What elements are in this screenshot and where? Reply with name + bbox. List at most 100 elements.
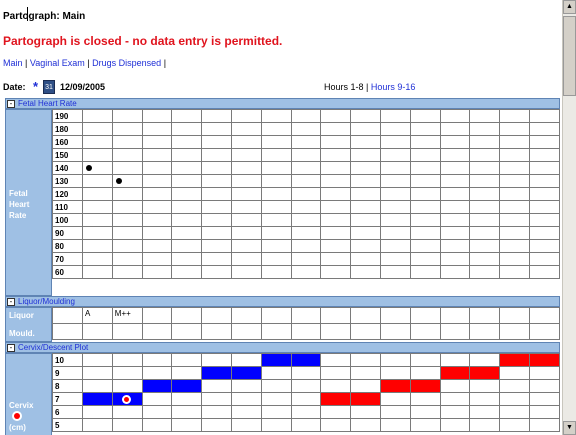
grid-cell [409,353,441,367]
grid-cell [171,148,203,162]
grid-cell [320,148,352,162]
grid-cell [111,252,143,266]
nav-separator: | [25,58,28,68]
grid-cell [350,174,381,188]
grid-cell [290,122,322,136]
grid-cell [201,405,232,419]
grid-cell [230,379,262,393]
grid-cell [201,307,232,324]
grid-row: 10 [52,353,560,367]
grid-cell [260,392,292,406]
grid-cell [230,122,262,136]
grid-cell [141,187,173,201]
grid-cell [379,187,411,201]
grid-cell [111,379,143,393]
grid-cell [499,148,530,162]
grid-cell [439,187,471,201]
grid-cell [82,366,113,380]
nav-vaginal-exam-link[interactable]: Vaginal Exam [30,58,85,68]
required-marker: * [33,79,39,94]
grid-cell [82,213,113,227]
grid-cell [528,226,560,240]
grid-row: 190 [52,109,560,123]
cervix-descent-side: Cervix (cm) [5,353,52,435]
grid-cell [409,226,441,240]
grid-cell [499,187,530,201]
grid-cell [171,353,203,367]
liquor-moulding-panel: Liquor Mould. A M++ [5,307,560,342]
grid-cell [290,213,322,227]
heart-rate-point [115,178,122,184]
grid-cell [171,323,203,340]
liquor-label: Liquor [9,311,34,320]
collapse-toggle[interactable]: - [7,100,15,108]
grid-cell [499,405,530,419]
grid-row: 180 [52,122,560,136]
grid-cell [171,161,203,175]
grid-cell [111,187,143,201]
grid-cell [141,109,173,123]
grid-cell [82,148,113,162]
collapse-toggle[interactable]: - [7,298,15,306]
grid-cell [350,109,381,123]
grid-cell [141,405,173,419]
scroll-up-icon[interactable]: ▲ [563,0,576,14]
row-label: 9 [52,366,83,380]
grid-cell [230,265,262,279]
moulding-label: Mould. [9,329,35,338]
hours-nav: Hours 1-8 | Hours 9-16 [324,82,415,92]
row-label: 70 [52,252,83,266]
grid-cell [350,265,381,279]
grid-cell [201,213,232,227]
grid-cell [111,405,143,419]
grid-cell [528,307,560,324]
grid-cell [260,265,292,279]
grid-cell [320,405,352,419]
grid-cell [260,307,292,324]
nav-main-link[interactable]: Main [3,58,23,68]
grid-row: 150 [52,148,560,162]
grid-cell [290,307,322,324]
grid-cell [409,239,441,253]
scroll-down-icon[interactable]: ▼ [563,421,576,435]
grid-cell [141,252,173,266]
grid-cell [260,109,292,123]
grid-cell [350,405,381,419]
calendar-icon[interactable]: 31 [43,80,55,94]
grid-cell [528,239,560,253]
grid-cell [141,353,173,367]
grid-cell [230,353,262,367]
action-line-cell [469,366,501,380]
nav-drugs-dispensed-link[interactable]: Drugs Dispensed [92,58,161,68]
grid-cell [201,265,232,279]
grid-cell [290,323,322,340]
grid-cell [350,148,381,162]
grid-cell [439,405,471,419]
collapse-toggle[interactable]: - [7,344,15,352]
grid-cell [111,323,143,340]
hours-9-16-link[interactable]: Hours 9-16 [371,82,416,92]
grid-cell [111,226,143,240]
grid-cell [499,418,530,432]
grid-cell [469,135,501,149]
grid-cell [469,379,501,393]
grid-cell [230,252,262,266]
grid-cell [379,109,411,123]
vertical-scrollbar[interactable]: ▲ ▼ [562,0,576,435]
grid-cell [409,174,441,188]
grid-cell [499,200,530,214]
grid-cell [439,161,471,175]
grid-cell [82,252,113,266]
grid-cell [350,122,381,136]
grid-cell [82,161,113,175]
grid-cell [290,239,322,253]
grid-cell [290,174,322,188]
row-label: 120 [52,187,83,201]
grid-cell [499,239,530,253]
scroll-thumb[interactable] [563,16,576,96]
grid-cell [439,379,471,393]
grid-cell [350,379,381,393]
grid-cell [439,353,471,367]
grid-cell [409,161,441,175]
alert-line-cell [260,353,292,367]
